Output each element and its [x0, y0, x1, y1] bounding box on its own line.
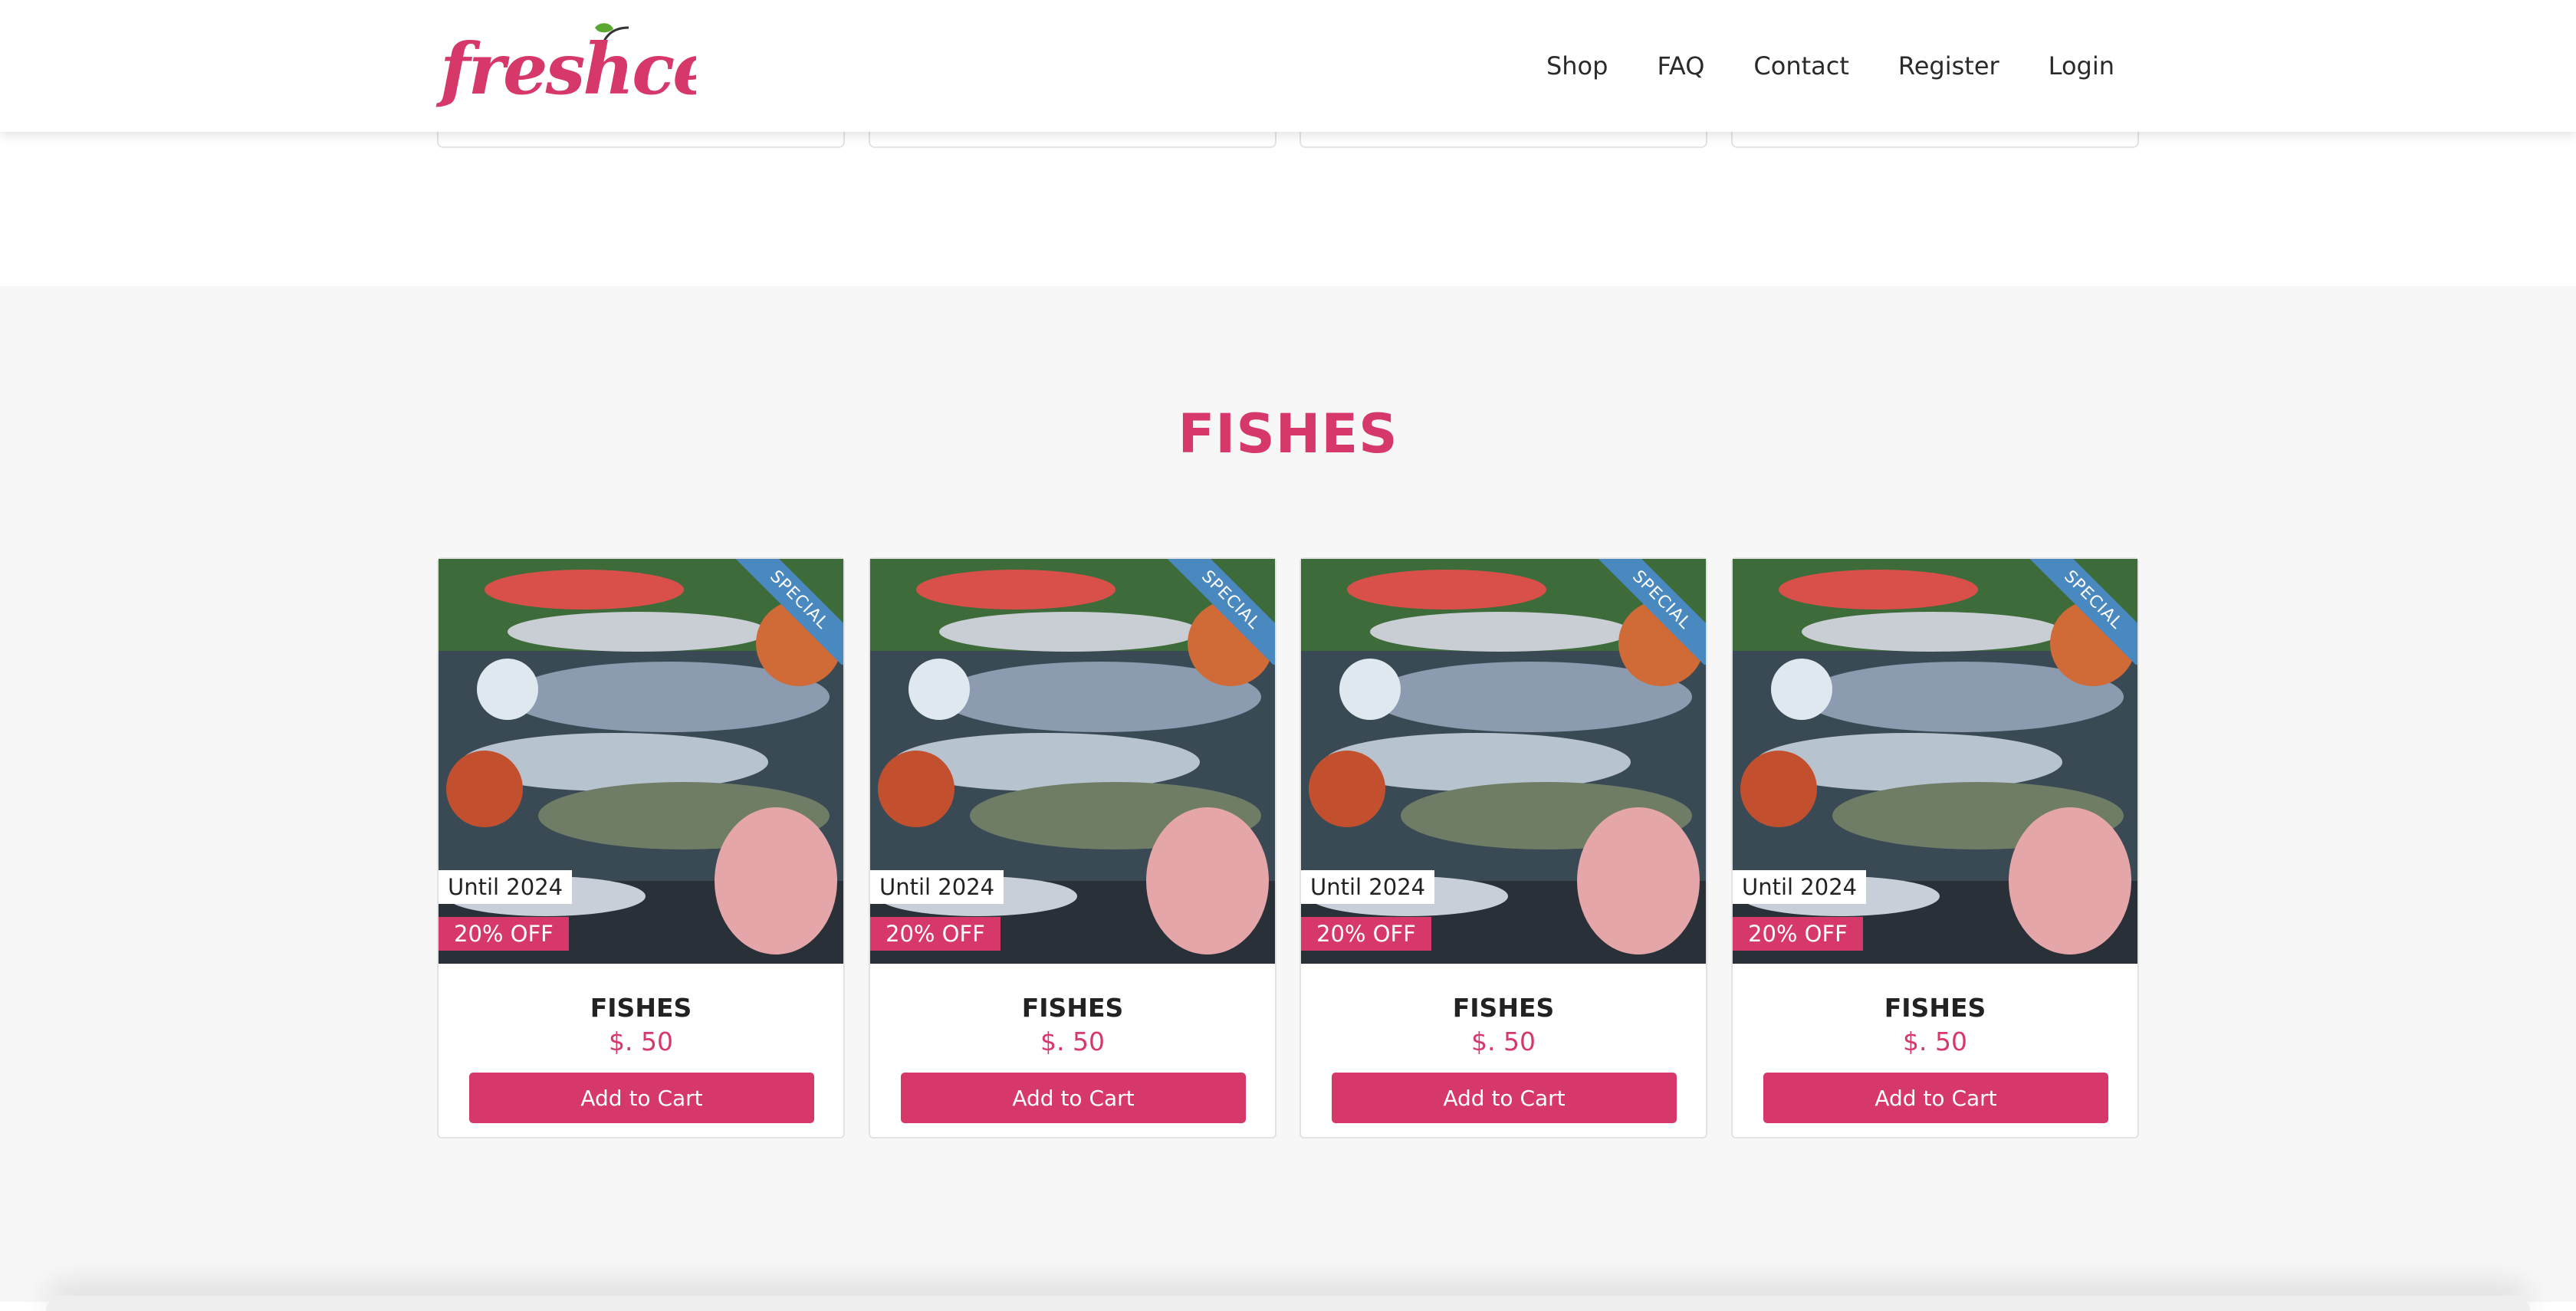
- product-card[interactable]: SPECIAL Until 2024 20% OFF FISHES $. 50 …: [1731, 557, 2139, 1138]
- product-image[interactable]: SPECIAL Until 2024 20% OFF: [870, 559, 1275, 964]
- nav-contact[interactable]: Contact: [1753, 51, 1849, 80]
- product-price: $. 50: [1040, 1027, 1105, 1056]
- product-name[interactable]: FISHES: [1301, 993, 1706, 1023]
- product-name[interactable]: FISHES: [439, 993, 843, 1023]
- product-image[interactable]: SPECIAL Until 2024 20% OFF: [1733, 559, 2137, 964]
- add-to-cart-button[interactable]: Add to Cart: [469, 1073, 814, 1123]
- product-name[interactable]: FISHES: [870, 993, 1275, 1023]
- until-badge: Until 2024: [1733, 870, 1867, 904]
- nav-login[interactable]: Login: [2049, 51, 2114, 80]
- discount-badge: 20% OFF: [1733, 917, 1863, 951]
- discount-badge: 20% OFF: [870, 917, 1001, 951]
- freshcery-logo[interactable]: freshcery: [435, 17, 696, 117]
- product-card[interactable]: SPECIAL Until 2024 20% OFF FISHES $. 50 …: [437, 557, 845, 1138]
- add-to-cart-button[interactable]: Add to Cart: [1332, 1073, 1677, 1123]
- special-ribbon: SPECIAL: [2030, 559, 2137, 665]
- product-card[interactable]: SPECIAL Until 2024 20% OFF FISHES $. 50 …: [1300, 557, 1707, 1138]
- add-to-cart-button[interactable]: Add to Cart: [901, 1073, 1246, 1123]
- section-title: FISHES: [1178, 402, 1398, 465]
- special-ribbon: SPECIAL: [736, 559, 843, 665]
- product-image[interactable]: SPECIAL Until 2024 20% OFF: [439, 559, 843, 964]
- product-card[interactable]: SPECIAL Until 2024 20% OFF FISHES $. 50 …: [869, 557, 1276, 1138]
- until-badge: Until 2024: [870, 870, 1004, 904]
- nav-register[interactable]: Register: [1898, 51, 1999, 80]
- special-ribbon: SPECIAL: [1598, 559, 1706, 665]
- until-badge: Until 2024: [1301, 870, 1435, 904]
- product-price: $. 50: [1903, 1027, 1967, 1056]
- nav-faq[interactable]: FAQ: [1657, 51, 1704, 80]
- discount-badge: 20% OFF: [1301, 917, 1431, 951]
- special-ribbon: SPECIAL: [1168, 559, 1275, 665]
- product-image[interactable]: SPECIAL Until 2024 20% OFF: [1301, 559, 1706, 964]
- add-to-cart-button[interactable]: Add to Cart: [1763, 1073, 2108, 1123]
- discount-badge: 20% OFF: [439, 917, 569, 951]
- next-section-edge: [46, 1296, 2530, 1311]
- product-price: $. 50: [1471, 1027, 1536, 1056]
- product-price: $. 50: [609, 1027, 673, 1056]
- until-badge: Until 2024: [439, 870, 573, 904]
- nav-shop[interactable]: Shop: [1546, 51, 1608, 80]
- logo-wordmark: freshcery: [435, 28, 696, 110]
- fishes-section: FISHES SPECIAL Until 2024 20% OFF FISHES…: [0, 286, 2576, 1302]
- product-name[interactable]: FISHES: [1733, 993, 2137, 1023]
- navbar: freshcery Shop FAQ Contact Register Logi…: [0, 0, 2576, 132]
- product-grid: SPECIAL Until 2024 20% OFF FISHES $. 50 …: [437, 557, 2141, 1140]
- main-nav: Shop FAQ Contact Register Login: [1497, 0, 2114, 132]
